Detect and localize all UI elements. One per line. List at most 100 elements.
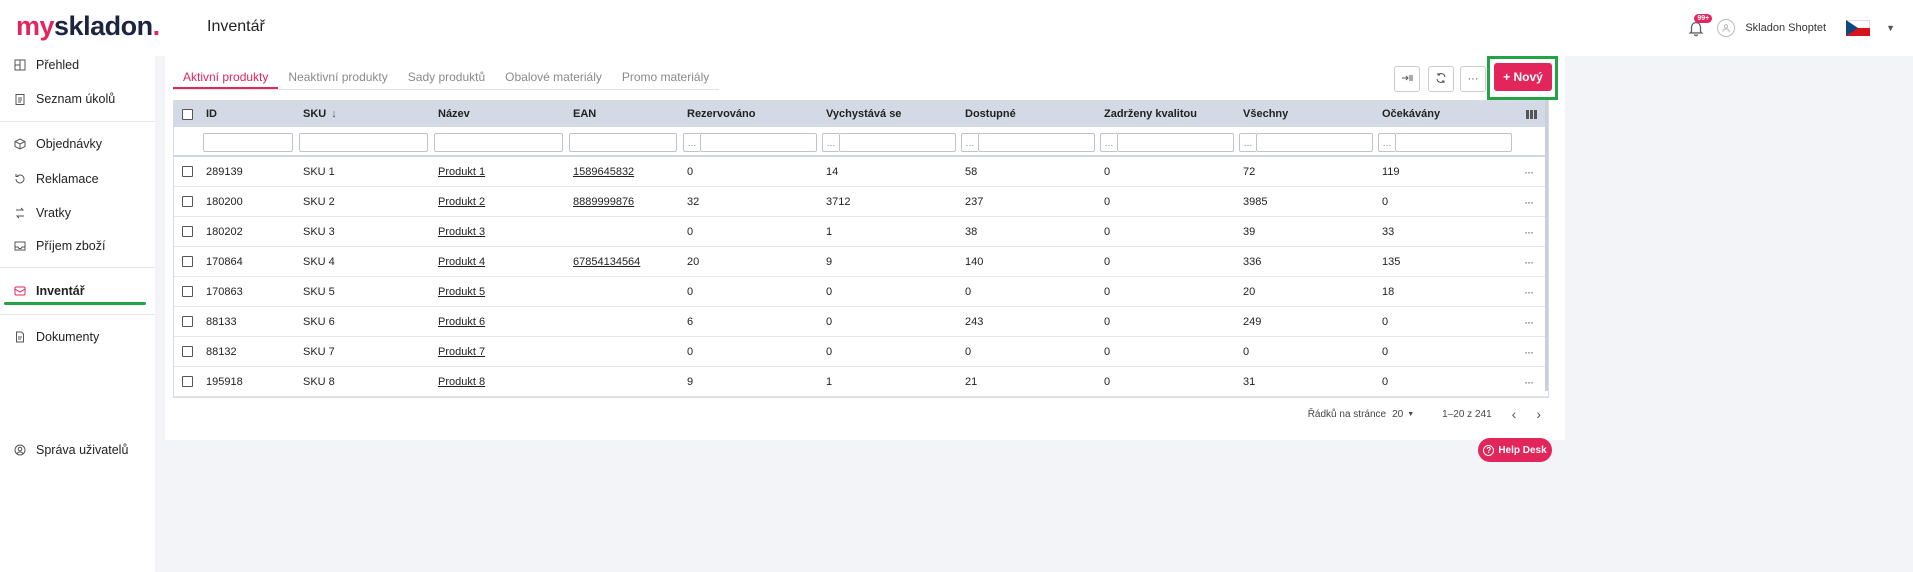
cell-nazev[interactable]: Produkt 7 — [438, 346, 485, 358]
sidebar-item-seznam-ukolu[interactable]: Seznam úkolů — [0, 84, 155, 114]
filter-input-sku[interactable] — [299, 133, 428, 152]
column-header-ocekavany[interactable]: Očekávány — [1382, 101, 1440, 127]
row-more-icon[interactable]: ··· — [1524, 285, 1534, 299]
column-header-rezervovano[interactable]: Rezervováno — [687, 101, 755, 127]
filter-input-ocekavany[interactable] — [1395, 133, 1512, 152]
filter-input-rezervovano[interactable] — [700, 133, 817, 152]
column-header-ean[interactable]: EAN — [573, 101, 596, 127]
cell-nazev[interactable]: Produkt 2 — [438, 196, 485, 208]
cz-flag-icon[interactable] — [1846, 20, 1871, 36]
filter-input-id[interactable] — [203, 133, 293, 152]
columns-chooser-icon[interactable] — [1526, 101, 1537, 127]
filter-input-dostupne[interactable] — [978, 133, 1095, 152]
refresh-button[interactable] — [1428, 66, 1454, 92]
language-chevron-down-icon[interactable]: ▼ — [1886, 23, 1895, 33]
cell-zadrzeny-kvalitou: 0 — [1104, 225, 1111, 238]
cell-nazev[interactable]: Produkt 6 — [438, 316, 485, 328]
column-header-vychystava-se[interactable]: Vychystává se — [826, 101, 901, 127]
row-more-icon[interactable]: ··· — [1524, 165, 1534, 179]
cell-ean[interactable]: 8889999876 — [573, 196, 634, 208]
sidebar-item-reklamace[interactable]: Reklamace — [0, 164, 155, 194]
row-more-icon[interactable]: ··· — [1524, 195, 1534, 209]
table-row[interactable]: 88132 SKU 7 Produkt 7 0 0 0 0 0 0 ··· — [174, 337, 1548, 367]
row-checkbox[interactable] — [182, 346, 193, 357]
user-name[interactable]: Skladon Shoptet — [1745, 22, 1826, 34]
select-all-checkbox[interactable] — [182, 108, 193, 120]
tab-aktivni-produkty[interactable]: Aktivní produkty — [173, 66, 279, 89]
tab-promo-materialy[interactable]: Promo materiály — [612, 66, 719, 89]
cell-ocekavany: 0 — [1382, 345, 1389, 358]
column-header-sku[interactable]: SKU ↓ — [303, 101, 337, 127]
filter-input-vychystava-se[interactable] — [839, 133, 956, 152]
row-more-icon[interactable]: ··· — [1524, 225, 1534, 239]
user-avatar-icon[interactable] — [1717, 19, 1736, 37]
filter-operator-vychystava-se[interactable]: … — [822, 133, 839, 152]
next-page-button[interactable]: › — [1536, 406, 1541, 422]
filter-operator-vsechny[interactable]: … — [1239, 133, 1256, 152]
table-row[interactable]: 180202 SKU 3 Produkt 3 0 1 38 0 39 33 ··· — [174, 217, 1548, 247]
sidebar-item-prehled[interactable]: Přehled — [0, 50, 155, 80]
column-header-id[interactable]: ID — [206, 101, 217, 127]
prev-page-button[interactable]: ‹ — [1512, 406, 1517, 422]
row-more-icon[interactable]: ··· — [1524, 315, 1534, 329]
cell-sku: SKU 3 — [303, 225, 335, 238]
row-more-icon[interactable]: ··· — [1524, 345, 1534, 359]
column-header-dostupne[interactable]: Dostupné — [965, 101, 1016, 127]
sidebar-item-prijem-zbozi[interactable]: Příjem zboží — [0, 231, 155, 261]
help-desk-button[interactable]: ? Help Desk — [1478, 438, 1552, 462]
cell-nazev[interactable]: Produkt 8 — [438, 376, 485, 388]
row-checkbox[interactable] — [182, 376, 193, 387]
export-button[interactable] — [1394, 66, 1420, 92]
cell-nazev[interactable]: Produkt 1 — [438, 166, 485, 178]
pagination: Řádků na stránce 20 ▼ 1–20 z 241 ‹ › — [1308, 406, 1541, 422]
table-row[interactable]: 289139 SKU 1 Produkt 1 1589645832 0 14 58 0 72 11… — [174, 157, 1548, 187]
notifications-bell-icon[interactable]: 99+ — [1685, 14, 1713, 39]
row-checkbox[interactable] — [182, 166, 193, 177]
row-more-icon[interactable]: ··· — [1524, 375, 1534, 389]
row-more-icon[interactable]: ··· — [1524, 255, 1534, 269]
row-checkbox[interactable] — [182, 196, 193, 207]
table-scrollbar[interactable] — [1545, 101, 1548, 391]
cell-sku: SKU 7 — [303, 345, 335, 358]
filter-operator-zadrzeny-kvalitou[interactable]: … — [1100, 133, 1117, 152]
filter-input-nazev[interactable] — [434, 133, 563, 152]
filter-input-zadrzeny-kvalitou[interactable] — [1117, 133, 1234, 152]
column-header-vsechny[interactable]: Všechny — [1243, 101, 1288, 127]
row-checkbox[interactable] — [182, 316, 193, 327]
tab-neaktivni-produkty[interactable]: Neaktivní produkty — [278, 66, 397, 89]
cell-nazev[interactable]: Produkt 3 — [438, 226, 485, 238]
row-checkbox[interactable] — [182, 256, 193, 267]
cell-ean[interactable]: 1589645832 — [573, 166, 634, 178]
cell-nazev[interactable]: Produkt 5 — [438, 286, 485, 298]
filter-input-vsechny[interactable] — [1256, 133, 1373, 152]
table-row[interactable]: 88133 SKU 6 Produkt 6 6 0 243 0 249 0 ··· — [174, 307, 1548, 337]
filter-operator-rezervovano[interactable]: … — [683, 133, 700, 152]
cell-rezervovano: 0 — [687, 225, 694, 238]
new-product-button[interactable]: + Nový — [1494, 63, 1552, 91]
filter-operator-ocekavany[interactable]: … — [1378, 133, 1395, 152]
row-checkbox[interactable] — [182, 286, 193, 297]
tab-sady-produktu[interactable]: Sady produktů — [398, 66, 495, 89]
rows-per-page-select[interactable]: 20 ▼ — [1392, 409, 1414, 420]
table-row[interactable]: 170863 SKU 5 Produkt 5 0 0 0 0 20 18 ··· — [174, 277, 1548, 307]
column-header-nazev[interactable]: Název — [438, 101, 470, 127]
cell-ean[interactable]: 67854134564 — [573, 256, 640, 268]
sidebar-item-sprava-uzivatelu[interactable]: Správa uživatelů — [0, 435, 155, 465]
more-options-button[interactable]: ··· — [1460, 66, 1486, 92]
table-row[interactable]: 195918 SKU 8 Produkt 8 9 1 21 0 31 0 ··· — [174, 367, 1548, 397]
filter-input-ean[interactable] — [569, 133, 677, 152]
cell-nazev[interactable]: Produkt 4 — [438, 256, 485, 268]
return-icon — [14, 173, 26, 185]
sidebar-item-vratky[interactable]: Vratky — [0, 198, 155, 228]
row-checkbox[interactable] — [182, 226, 193, 237]
table-row[interactable]: 180200 SKU 2 Produkt 2 8889999876 32 3712 237 0… — [174, 187, 1548, 217]
column-header-zadrzeny-kvalitou[interactable]: Zadrženy kvalitou — [1104, 101, 1197, 127]
sidebar-item-dokumenty[interactable]: Dokumenty — [0, 322, 155, 352]
table-row[interactable]: 170864 SKU 4 Produkt 4 67854134564 20 9 140 0 33… — [174, 247, 1548, 277]
cell-rezervovano: 32 — [687, 195, 700, 208]
tab-bar: Aktivní produkty Neaktivní produkty Sady… — [173, 66, 720, 90]
tab-obalove-materialy[interactable]: Obalové materiály — [495, 66, 612, 89]
logo[interactable]: myskladon. — [16, 11, 160, 42]
sidebar-item-objednavky[interactable]: Objednávky — [0, 129, 155, 159]
filter-operator-dostupne[interactable]: … — [961, 133, 978, 152]
